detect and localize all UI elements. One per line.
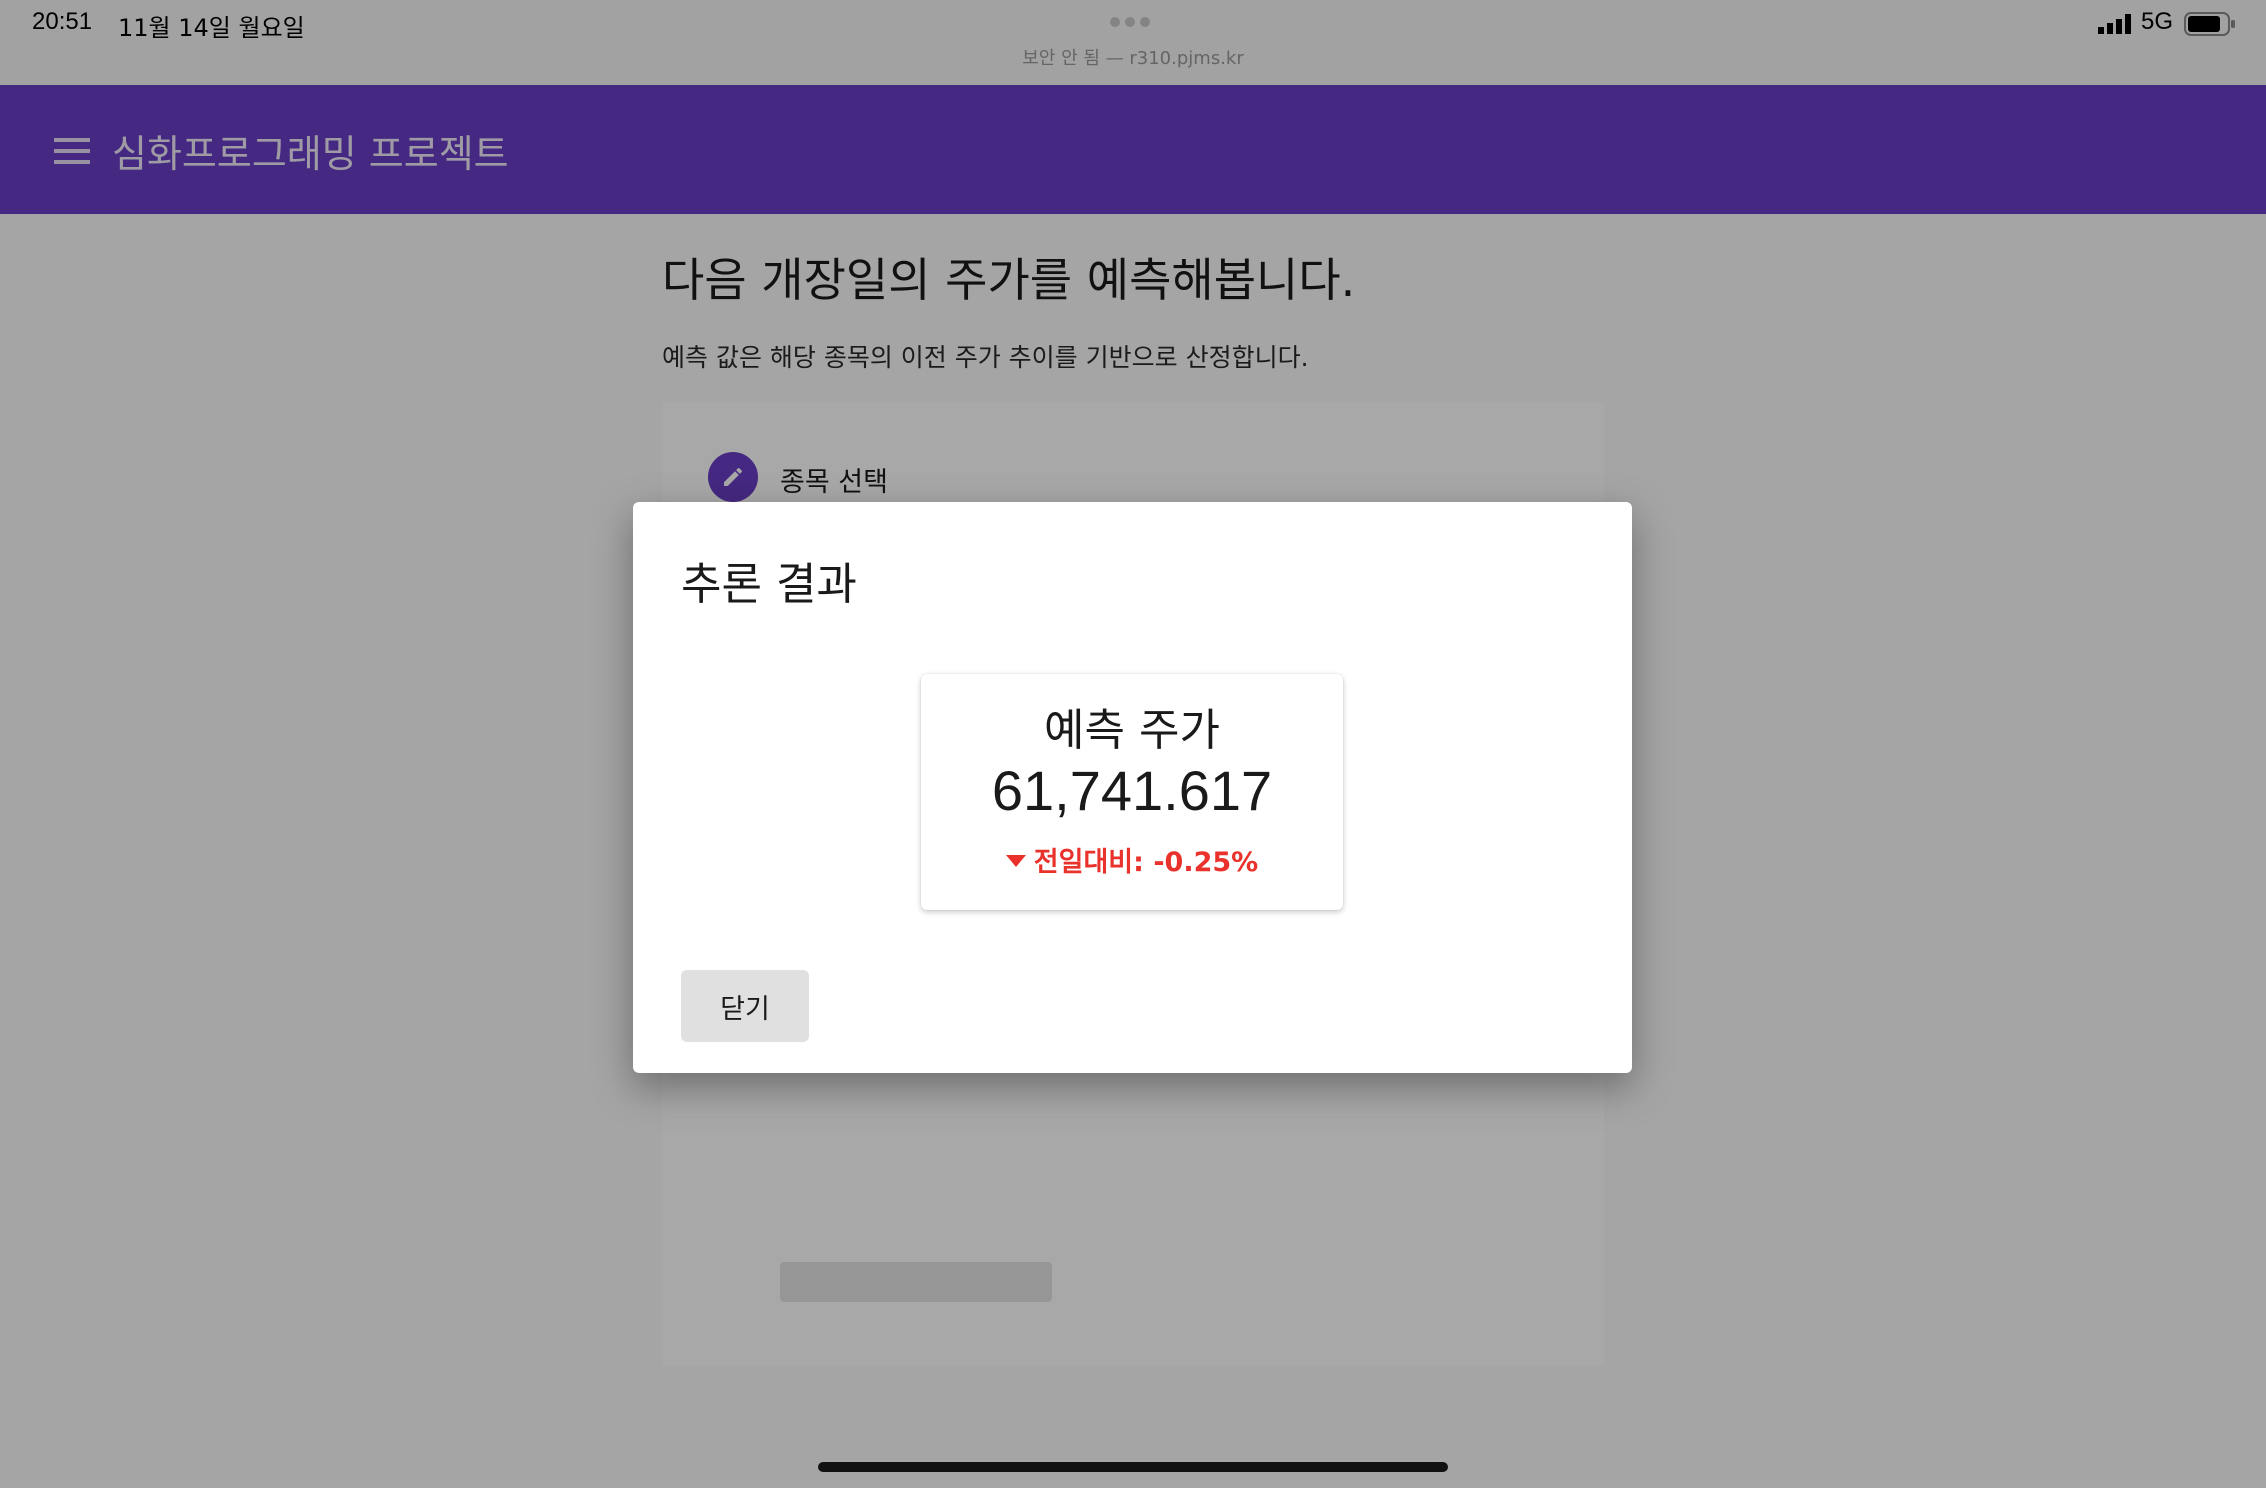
- result-dialog: 추론 결과 예측 주가 61,741.617 전일대비: -0.25% 닫기: [633, 502, 1632, 1073]
- screen: 20:51 11월 14일 월요일 보안 안 됨 — r310.pjms.kr …: [0, 0, 2266, 1488]
- dialog-title: 추론 결과: [681, 559, 857, 610]
- predicted-price: 61,741.617: [991, 759, 1273, 822]
- close-button[interactable]: 닫기: [681, 970, 809, 1042]
- result-label: 예측 주가: [1044, 705, 1220, 756]
- price-change-text: 전일대비: -0.25%: [1033, 847, 1259, 878]
- result-card: 예측 주가 61,741.617 전일대비: -0.25%: [921, 674, 1343, 910]
- triangle-down-icon: [1005, 855, 1026, 867]
- home-indicator[interactable]: [818, 1462, 1448, 1472]
- price-change: 전일대비: -0.25%: [921, 840, 1343, 879]
